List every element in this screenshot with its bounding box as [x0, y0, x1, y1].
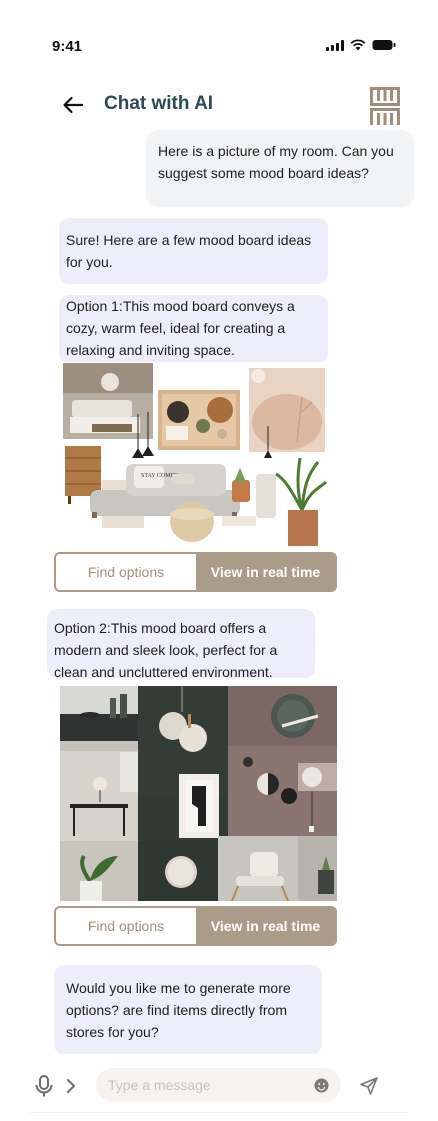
message-composer [0, 1062, 438, 1110]
find-options-button[interactable]: Find options [56, 554, 196, 590]
status-time: 9:41 [52, 38, 83, 55]
blanket-image [256, 474, 276, 518]
abstract-art-image [249, 368, 325, 452]
emoji-icon[interactable] [314, 1078, 329, 1093]
message-text: Here is a picture of my room. Can you su… [158, 143, 394, 181]
wall-decor-photo [228, 746, 337, 841]
moodboard-image-1: STAY COMFY [62, 362, 330, 548]
chevron-right-icon[interactable] [64, 1076, 78, 1096]
ai-message: Would you like me to generate more optio… [54, 965, 322, 1054]
message-text: Would you like me to generate more optio… [66, 980, 291, 1040]
find-options-button[interactable]: Find options [56, 908, 196, 944]
view-real-time-button[interactable]: View in real time [196, 554, 335, 590]
message-input[interactable] [96, 1068, 341, 1102]
page-title: Chat with AI [104, 93, 214, 114]
message-text: Option 1:This mood board conveys a cozy,… [66, 298, 295, 358]
send-icon[interactable] [359, 1076, 379, 1096]
vase-photo [60, 686, 138, 741]
view-real-time-button[interactable]: View in real time [196, 908, 335, 944]
console-table-photo [60, 741, 138, 841]
ai-message: Sure! Here are a few mood board ideas fo… [59, 218, 328, 284]
message-text: Sure! Here are a few mood board ideas fo… [66, 232, 312, 270]
status-icons [326, 39, 396, 51]
microphone-icon[interactable] [34, 1074, 54, 1098]
bottom-divider [30, 1112, 408, 1113]
ai-message-option-1: Option 1:This mood board conveys a cozy,… [59, 295, 328, 363]
moodboard-image-2 [60, 686, 337, 901]
message-text: Option 2:This mood board offers a modern… [54, 620, 278, 680]
wood-board-image [158, 390, 240, 450]
mirror-photo [138, 841, 218, 901]
brand-logo-icon [370, 87, 400, 125]
status-bar: 9:41 [0, 0, 438, 70]
living-room-photo [63, 363, 153, 439]
user-message: Here is a picture of my room. Can you su… [146, 130, 414, 207]
arrow-left-icon [63, 96, 84, 114]
plate-photo [228, 686, 337, 746]
ai-message-option-2: Option 2:This mood board offers a modern… [47, 609, 315, 680]
cellular-signal-icon [326, 39, 344, 51]
chat-header: Chat with AI [0, 84, 438, 128]
option-1-actions: Find options View in real time [54, 552, 337, 592]
chair-photo [218, 836, 337, 901]
battery-icon [372, 40, 396, 50]
back-button[interactable] [60, 92, 86, 118]
option-2-actions: Find options View in real time [54, 906, 337, 946]
plant-photo [60, 841, 138, 901]
rattan-table [170, 502, 214, 542]
wifi-icon [350, 39, 366, 51]
